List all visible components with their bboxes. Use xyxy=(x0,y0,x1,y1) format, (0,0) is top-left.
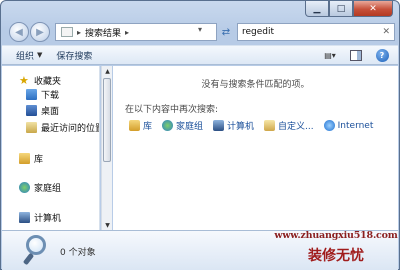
sidebar-item-label: 收藏夹 xyxy=(34,76,62,87)
computer-icon xyxy=(19,211,30,223)
navigation-pane: ★ 收藏夹 下载 桌面 最近访问的位置 库 家庭组 计算机 xyxy=(2,66,100,230)
address-row: ◀ ▶ ▸ 搜索结果 ▸ ▾ ⇄ regedit ✕ xyxy=(7,21,395,43)
search-folder-icon xyxy=(61,27,73,37)
sidebar-item-recent-places[interactable]: 最近访问的位置 xyxy=(26,120,100,134)
custom-folder-icon xyxy=(264,120,276,131)
search-custom-link[interactable]: 自定义... xyxy=(264,119,314,132)
scroll-down-icon[interactable]: ▼ xyxy=(102,220,113,230)
sidebar-item-label: 家庭组 xyxy=(34,183,62,194)
view-controls: ▤▾ ? xyxy=(312,49,390,62)
search-in-computer-link[interactable]: 计算机 xyxy=(213,119,254,132)
back-button[interactable]: ◀ xyxy=(9,22,29,42)
sidebar-item-downloads[interactable]: 下载 xyxy=(26,87,59,101)
address-bar[interactable]: ▸ 搜索结果 ▸ ▾ xyxy=(55,23,217,41)
clear-search-icon[interactable]: ✕ xyxy=(382,27,390,37)
arrow-right-icon: ▶ xyxy=(36,26,44,38)
close-button[interactable]: ✕ xyxy=(353,1,393,17)
organize-menu[interactable]: 组织 ▼ xyxy=(16,49,42,62)
save-search-label: 保存搜索 xyxy=(56,51,93,62)
search-again-options: 库 家庭组 计算机 自定义... Internet xyxy=(129,119,383,132)
preview-pane-svg xyxy=(350,50,362,61)
breadcrumb-chevron-icon[interactable]: ▸ xyxy=(77,28,81,37)
scroll-up-icon[interactable]: ▲ xyxy=(102,66,113,76)
refresh-icon: ⇄ xyxy=(221,26,231,38)
search-box[interactable]: regedit ✕ xyxy=(237,23,395,41)
chevron-down-icon: ▼ xyxy=(37,51,43,59)
library-icon xyxy=(129,120,140,131)
results-pane: 没有与搜索条件匹配的项。 在以下内容中再次搜索: 库 家庭组 计算机 自定义..… xyxy=(113,66,398,230)
download-folder-icon xyxy=(26,88,37,100)
option-label: 计算机 xyxy=(227,122,255,132)
command-bar: 组织 ▼ 保存搜索 ▤▾ ? xyxy=(2,45,398,65)
sidebar-item-label: 库 xyxy=(34,154,44,165)
breadcrumb-chevron-icon[interactable]: ▸ xyxy=(125,28,129,37)
sidebar-item-desktop[interactable]: 桌面 xyxy=(26,103,59,117)
homegroup-icon xyxy=(19,181,30,193)
refresh-button[interactable]: ⇄ xyxy=(219,23,233,41)
minimize-button[interactable]: ▁ xyxy=(305,1,329,17)
forward-button[interactable]: ▶ xyxy=(30,22,50,42)
homegroup-icon xyxy=(162,120,174,131)
search-again-label: 在以下内容中再次搜索: xyxy=(125,105,219,115)
navigation-scrollbar[interactable]: ▲ ▼ xyxy=(101,66,112,230)
search-in-homegroup-link[interactable]: 家庭组 xyxy=(162,119,203,132)
arrow-left-icon: ◀ xyxy=(15,26,23,38)
computer-icon xyxy=(213,120,225,131)
search-internet-link[interactable]: Internet xyxy=(323,119,374,132)
sidebar-item-label: 最近访问的位置 xyxy=(41,123,100,134)
preview-pane-icon[interactable] xyxy=(348,49,364,62)
search-in-libraries-link[interactable]: 库 xyxy=(129,119,152,132)
help-icon: ? xyxy=(375,49,389,62)
sidebar-item-computer[interactable]: 计算机 xyxy=(19,210,61,224)
organize-label: 组织 xyxy=(16,51,35,62)
maximize-button[interactable]: □ xyxy=(329,1,353,17)
breadcrumb-search-results[interactable]: 搜索结果 xyxy=(85,26,121,39)
help-button[interactable]: ? xyxy=(374,49,390,62)
change-view-icon[interactable]: ▤▾ xyxy=(322,49,338,62)
sidebar-item-favorites[interactable]: ★ 收藏夹 xyxy=(19,73,61,87)
recent-places-icon xyxy=(26,121,37,133)
sidebar-item-label: 计算机 xyxy=(34,213,62,224)
library-icon xyxy=(19,152,30,164)
option-label: Internet xyxy=(337,120,374,131)
caption-buttons: ▁ □ ✕ xyxy=(305,1,393,18)
sidebar-item-label: 下载 xyxy=(41,90,60,101)
option-label: 库 xyxy=(143,122,153,132)
watermark-url: www.zhuangxiu518.com xyxy=(274,230,398,241)
no-results-message: 没有与搜索条件匹配的项。 xyxy=(201,80,310,90)
explorer-window: ▁ □ ✕ ◀ ▶ ▸ 搜索结果 ▸ ▾ ⇄ regedit ✕ 组织 ▼ 保存… xyxy=(0,0,400,270)
sidebar-item-libraries[interactable]: 库 xyxy=(19,151,43,165)
search-input[interactable]: regedit xyxy=(242,27,274,37)
sidebar-item-homegroup[interactable]: 家庭组 xyxy=(19,180,61,194)
internet-explorer-icon xyxy=(323,120,335,131)
watermark-brand: 装修无忧 xyxy=(308,248,364,264)
watermark: www.zhuangxiu518.com 装修无忧 xyxy=(273,229,399,269)
address-dropdown-icon[interactable]: ▾ xyxy=(198,25,202,34)
object-count: 0 个对象 xyxy=(60,248,96,258)
option-label: 家庭组 xyxy=(176,122,204,132)
option-label: 自定义... xyxy=(278,122,314,132)
star-icon: ★ xyxy=(19,73,29,87)
save-search-button[interactable]: 保存搜索 xyxy=(56,49,92,62)
magnifier-icon xyxy=(22,235,50,266)
desktop-icon xyxy=(26,104,37,116)
scrollbar-thumb[interactable] xyxy=(103,78,111,162)
sidebar-item-label: 桌面 xyxy=(41,106,60,117)
